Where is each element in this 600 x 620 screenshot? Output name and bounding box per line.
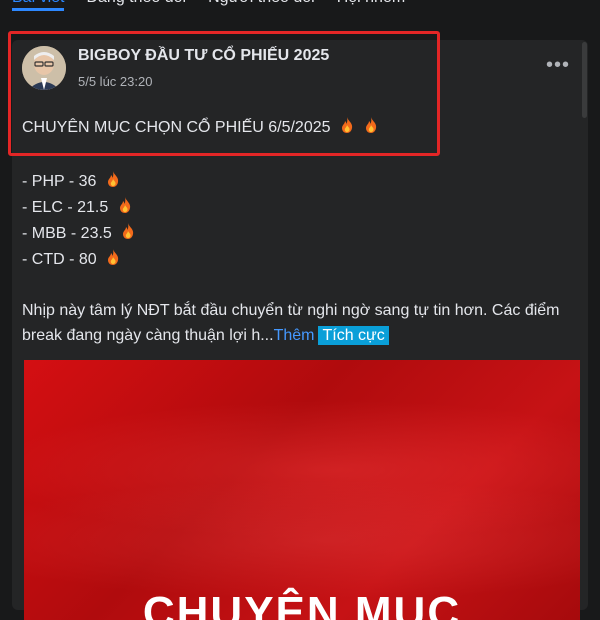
fire-icon: [366, 117, 377, 133]
stock-item: - PHP - 36: [22, 170, 121, 191]
image-decoration: [24, 480, 580, 600]
post-timestamp[interactable]: 5/5 lúc 23:20: [78, 74, 152, 89]
fire-icon: [119, 197, 130, 213]
stock-item-text: - CTD - 80: [22, 251, 97, 268]
tab-followers[interactable]: Người theo dõi: [208, 0, 315, 11]
tab-following[interactable]: Đang theo dõi: [86, 0, 186, 11]
scrollbar-thumb[interactable]: [582, 42, 587, 118]
post-author[interactable]: BIGBOY ĐẦU TƯ CỔ PHIẾU 2025: [78, 47, 329, 65]
avatar[interactable]: [22, 46, 66, 90]
post-image[interactable]: CHUYÊN MỤC: [24, 360, 580, 620]
see-more-link[interactable]: Thêm: [274, 327, 315, 344]
image-title: CHUYÊN MỤC: [142, 588, 462, 620]
post-card: BIGBOY ĐẦU TƯ CỔ PHIẾU 2025 5/5 lúc 23:2…: [12, 40, 588, 620]
fire-icon: [107, 171, 118, 187]
scrollbar[interactable]: [580, 40, 588, 120]
stock-item: - ELC - 21.5: [22, 196, 133, 217]
fire-icon: [108, 249, 119, 265]
stock-item: - MBB - 23.5: [22, 222, 136, 243]
stock-item: - CTD - 80: [22, 248, 121, 269]
avatar-image: [22, 46, 66, 90]
post-body: Nhịp này tâm lý NĐT bắt đầu chuyển từ ng…: [22, 298, 582, 348]
more-horizontal-icon[interactable]: •••: [546, 54, 570, 77]
tab-posts[interactable]: Bài viết: [12, 0, 65, 11]
sentiment-tag[interactable]: Tích cực: [318, 326, 389, 345]
stock-item-text: - MBB - 23.5: [22, 225, 112, 242]
tab-groups[interactable]: Hội nhóm: [337, 0, 405, 11]
fire-icon: [341, 117, 353, 133]
post-headline-text: CHUYÊN MỤC CHỌN CỔ PHIẾU 6/5/2025: [22, 119, 331, 136]
post-headline: CHUYÊN MỤC CHỌN CỔ PHIẾU 6/5/2025: [22, 116, 379, 137]
profile-tabs: Bài viết Đang theo dõi Người theo dõi Hộ…: [12, 0, 405, 11]
fire-icon: [123, 223, 134, 239]
stock-item-text: - ELC - 21.5: [22, 199, 109, 216]
stock-item-text: - PHP - 36: [22, 173, 97, 190]
